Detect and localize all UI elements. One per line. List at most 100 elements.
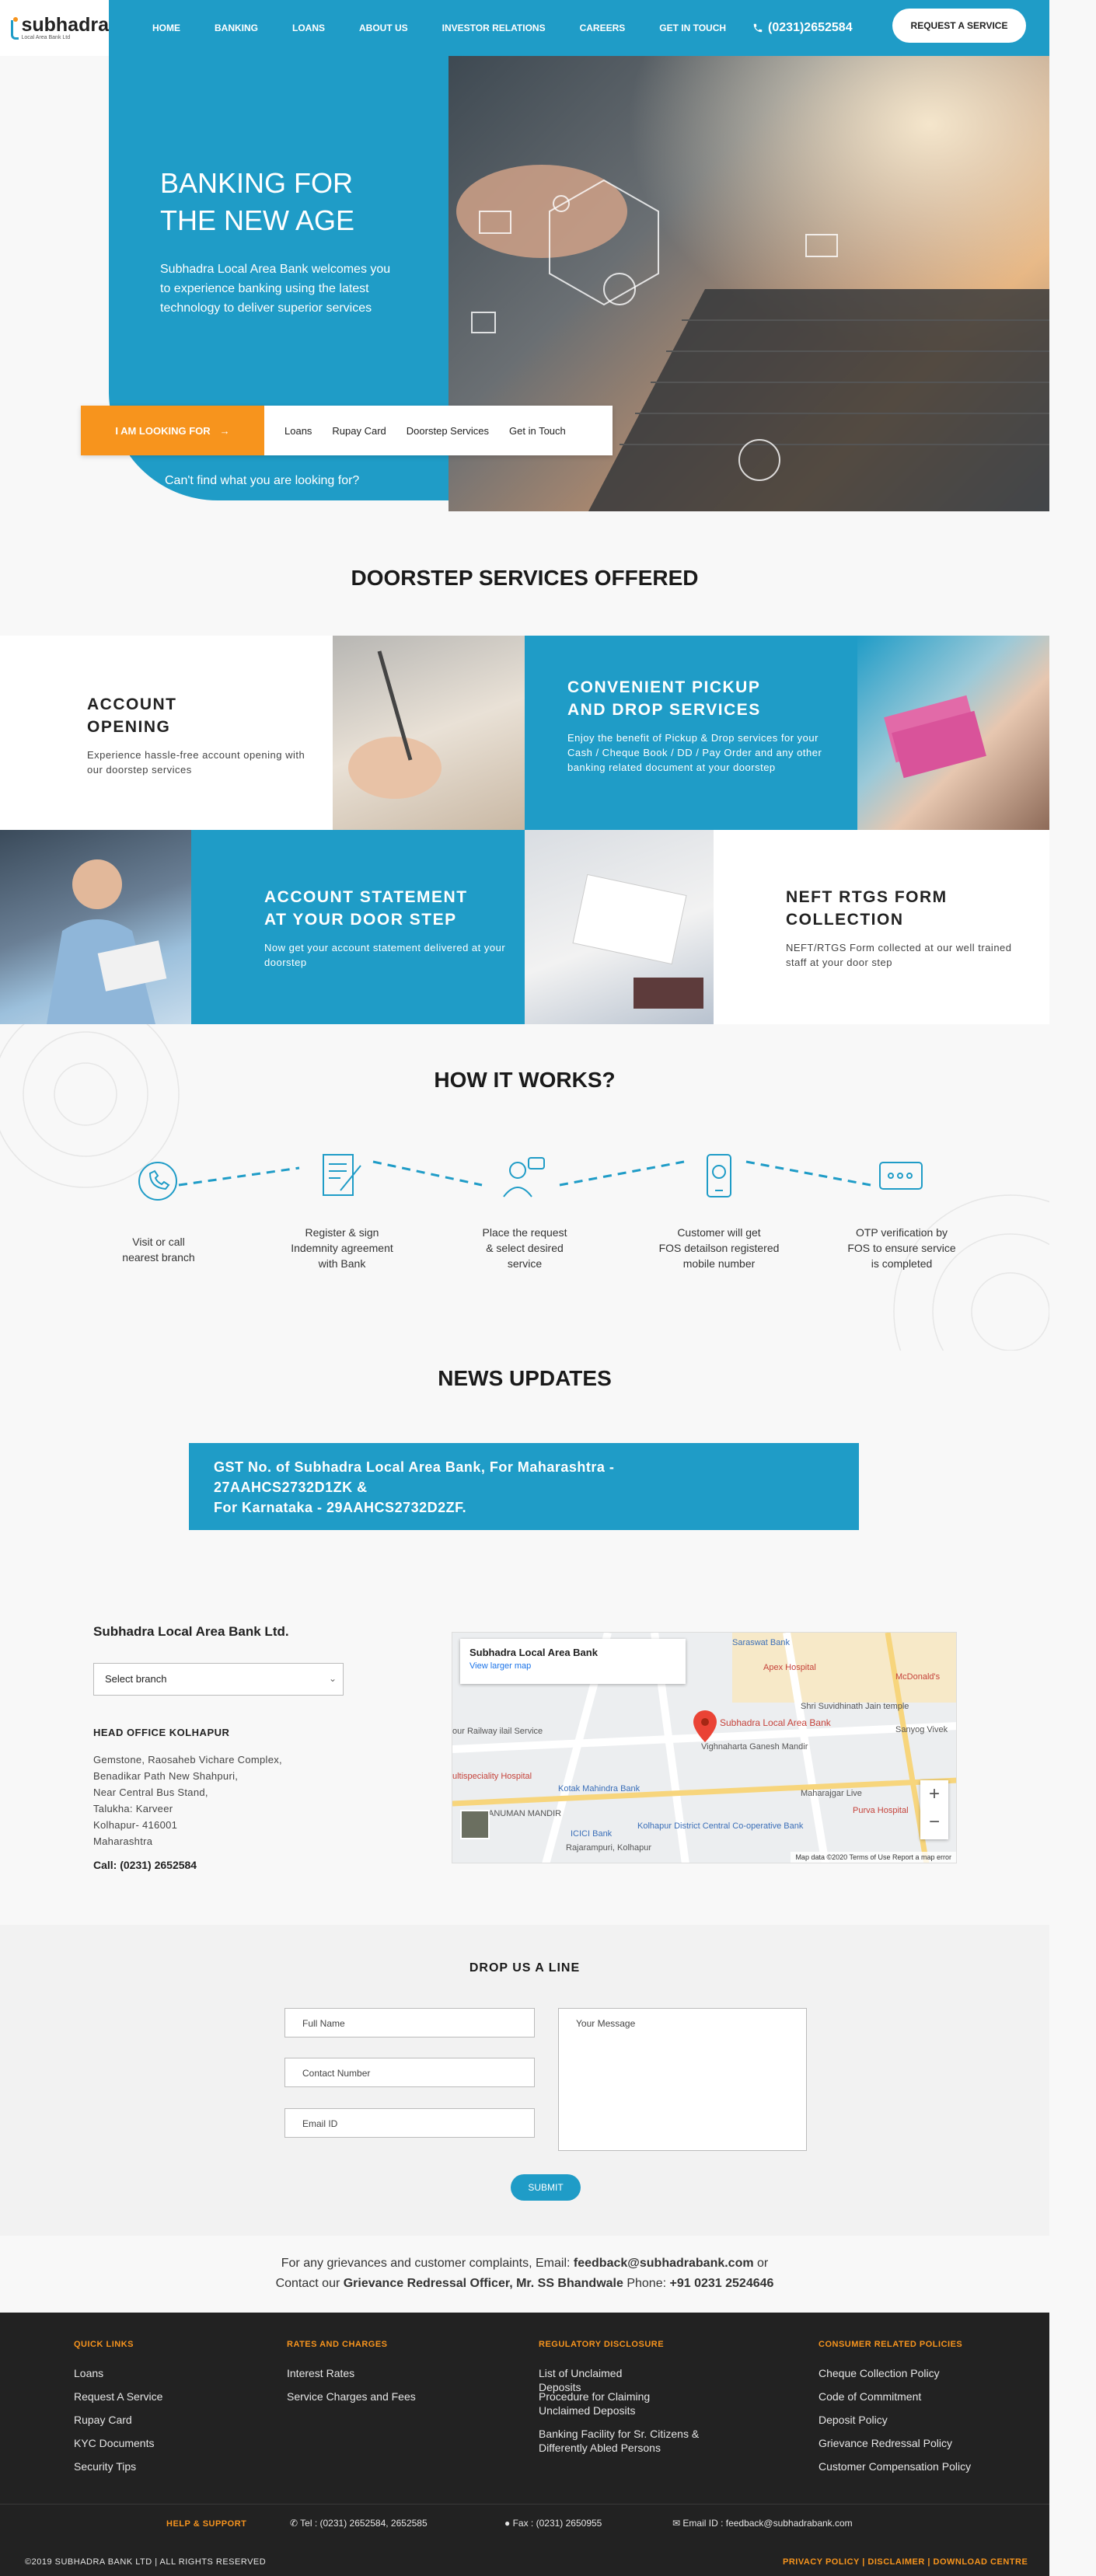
- grievance-phone[interactable]: +91 0231 2524646: [670, 2277, 774, 2290]
- footer-link[interactable]: Request A Service: [74, 2390, 162, 2403]
- request-service-button[interactable]: REQUEST A SERVICE: [892, 9, 1026, 43]
- nav-home[interactable]: HOME: [152, 23, 180, 33]
- zoom-in-button[interactable]: +: [920, 1780, 948, 1808]
- view-larger-map-link[interactable]: View larger map: [469, 1661, 676, 1671]
- news-banner[interactable]: GST No. of Subhadra Local Area Bank, For…: [189, 1443, 859, 1530]
- footer-copyright: ©2019 SUBHADRA BANK LTD | ALL RIGHTS RES…: [25, 2557, 267, 2567]
- full-name-field[interactable]: Full Name: [284, 2008, 535, 2037]
- service-card-account-statement[interactable]: ACCOUNT STATEMENT AT YOUR DOOR STEP Now g…: [0, 830, 525, 1024]
- nav-about-us[interactable]: ABOUT US: [359, 23, 408, 33]
- address-line: Kolhapur- 416001: [93, 1819, 178, 1831]
- grievance-officer: Grievance Redressal Officer, Mr. SS Bhan…: [343, 2277, 623, 2290]
- step-3-line1: Place the request: [482, 1226, 567, 1239]
- footer-head-quick-links: QUICK LINKS: [74, 2340, 134, 2349]
- logo-name: subhadra: [21, 13, 109, 36]
- nav-get-in-touch[interactable]: GET IN TOUCH: [659, 23, 726, 33]
- footer-link[interactable]: Loans: [74, 2366, 103, 2380]
- footer-link[interactable]: Customer Compensation Policy: [819, 2459, 971, 2473]
- map-footer: Map data ©2020 Terms of Use Report a map…: [791, 1852, 956, 1863]
- email-field[interactable]: Email ID: [284, 2108, 535, 2138]
- grievance-email[interactable]: feedback@subhadrabank.com: [574, 2257, 754, 2270]
- head-office-address: Gemstone, Raosaheb Vichare Complex, Bena…: [93, 1752, 282, 1849]
- header-phone-number: (0231)2652584: [768, 21, 853, 34]
- step-2-line2: Indemnity agreement: [291, 1242, 393, 1254]
- otp-verification-icon: [879, 1162, 923, 1190]
- nav-banking[interactable]: BANKING: [215, 23, 258, 33]
- logo-subtitle: Local Area Bank Ltd: [21, 34, 71, 40]
- footer-link[interactable]: Cheque Collection Policy: [819, 2366, 940, 2380]
- map-label: ICICI Bank: [571, 1829, 613, 1839]
- map-label: ultispeciality Hospital: [452, 1772, 532, 1781]
- map-label: ANUMAN MANDIR: [488, 1809, 561, 1818]
- branch-select-value: Select branch: [105, 1673, 167, 1685]
- service-card-neft-rtgs[interactable]: NEFT RTGS FORM COLLECTION NEFT/RTGS Form …: [525, 830, 1049, 1024]
- footer: QUICK LINKS Loans Request A Service Rupa…: [0, 2313, 1049, 2576]
- google-map[interactable]: Saraswat Bank Apex Hospital McDonald's S…: [452, 1632, 957, 1863]
- head-office-call[interactable]: Call: (0231) 2652584: [93, 1859, 197, 1871]
- address-line: Benadikar Path New Shahpuri,: [93, 1770, 239, 1782]
- map-label: Purva Hospital: [853, 1806, 909, 1815]
- contact-number-field[interactable]: Contact Number: [284, 2058, 535, 2087]
- footer-link[interactable]: Service Charges and Fees: [287, 2390, 416, 2403]
- sign-agreement-icon: [323, 1154, 361, 1196]
- map-pin-label: Subhadra Local Area Bank: [720, 1717, 832, 1728]
- looking-item-doorstep-services[interactable]: Doorstep Services: [407, 425, 489, 437]
- footer-link[interactable]: Interest Rates: [287, 2366, 354, 2380]
- footer-link[interactable]: Rupay Card: [74, 2413, 132, 2427]
- step-4-line1: Customer will get: [677, 1226, 761, 1239]
- looking-item-rupay-card[interactable]: Rupay Card: [332, 425, 386, 437]
- neft-text: NEFT/RTGS Form collected at our well tra…: [786, 942, 1012, 968]
- looking-item-loans[interactable]: Loans: [284, 425, 312, 437]
- map-label: Rajarampuri, Kolhapur: [566, 1843, 651, 1853]
- nav-careers[interactable]: CAREERS: [580, 23, 626, 33]
- footer-fax-text: Fax : (0231) 2650955: [512, 2518, 602, 2529]
- nav-loans[interactable]: LOANS: [292, 23, 325, 33]
- bank-logo[interactable]: subhadra Local Area Bank Ltd: [0, 0, 109, 56]
- grievance-pre2: Contact our: [275, 2277, 344, 2290]
- map-label: Maharajgar Live: [801, 1789, 862, 1798]
- phone-hand-icon: [138, 1162, 177, 1201]
- doorstep-title: DOORSTEP SERVICES OFFERED: [351, 566, 699, 590]
- fax-icon: ●: [504, 2518, 513, 2529]
- zoom-out-button[interactable]: −: [920, 1808, 948, 1836]
- footer-link[interactable]: Grievance Redressal Policy: [819, 2436, 952, 2450]
- satellite-toggle[interactable]: [460, 1810, 490, 1839]
- main-nav: HOME BANKING LOANS ABOUT US INVESTOR REL…: [109, 0, 1049, 56]
- news-line1: GST No. of Subhadra Local Area Bank, For…: [214, 1459, 615, 1475]
- map-label: Saraswat Bank: [732, 1638, 790, 1647]
- message-field[interactable]: Your Message: [558, 2008, 807, 2151]
- footer-policy-links[interactable]: PRIVACY POLICY | DISCLAIMER | DOWNLOAD C…: [783, 2557, 1028, 2567]
- footer-divider: [0, 2504, 1049, 2505]
- map-label: Sanyog Vivek: [895, 1725, 948, 1734]
- footer-link[interactable]: Code of Commitment: [819, 2390, 921, 2403]
- footer-email[interactable]: ✉ Email ID : feedback@subhadrabank.com: [672, 2518, 853, 2529]
- submit-button[interactable]: SUBMIT: [511, 2174, 581, 2201]
- nav-investor-relations[interactable]: INVESTOR RELATIONS: [442, 23, 546, 33]
- mobile-notification-icon: [707, 1154, 731, 1197]
- footer-head-consumer: CONSUMER RELATED POLICIES: [819, 2340, 963, 2349]
- neft-title-1: NEFT RTGS FORM: [786, 888, 948, 906]
- service-card-account-opening[interactable]: ACCOUNT OPENING Experience hassle-free ac…: [0, 636, 525, 830]
- address-line: Maharashtra: [93, 1835, 153, 1847]
- step-5-line1: OTP verification by: [855, 1226, 948, 1239]
- footer-tel[interactable]: ✆ Tel : (0231) 2652584, 2652585: [290, 2518, 428, 2529]
- footer-link[interactable]: Procedure for Claiming Unclaimed Deposit…: [539, 2390, 663, 2417]
- footer-link[interactable]: KYC Documents: [74, 2436, 154, 2450]
- map-label: our Railway ilail Service: [452, 1727, 543, 1736]
- paper-hand-illustration: [572, 873, 703, 1009]
- pickup-text: Enjoy the benefit of Pickup & Drop servi…: [567, 732, 822, 773]
- neft-title-2: COLLECTION: [786, 911, 904, 929]
- looking-for-button[interactable]: I AM LOOKING FOR →: [81, 406, 264, 455]
- cant-find-link[interactable]: Can't find what you are looking for?: [165, 474, 359, 488]
- footer-link[interactable]: Banking Facility for Sr. Citizens & Diff…: [539, 2427, 710, 2455]
- neft-form-image: [525, 830, 714, 1024]
- footer-link[interactable]: Deposit Policy: [819, 2413, 888, 2427]
- map-info-card: Subhadra Local Area Bank View larger map: [460, 1639, 686, 1684]
- arrow-right-icon: →: [219, 424, 230, 437]
- header-phone[interactable]: (0231)2652584: [752, 21, 853, 35]
- account-opening-text: Experience hassle-free account opening w…: [87, 749, 305, 776]
- branch-select[interactable]: Select branch ⌄: [93, 1663, 344, 1696]
- service-card-pickup-drop[interactable]: CONVENIENT PICKUP AND DROP SERVICES Enjoy…: [525, 636, 1049, 830]
- footer-link[interactable]: Security Tips: [74, 2459, 136, 2473]
- looking-item-get-in-touch[interactable]: Get in Touch: [509, 425, 566, 437]
